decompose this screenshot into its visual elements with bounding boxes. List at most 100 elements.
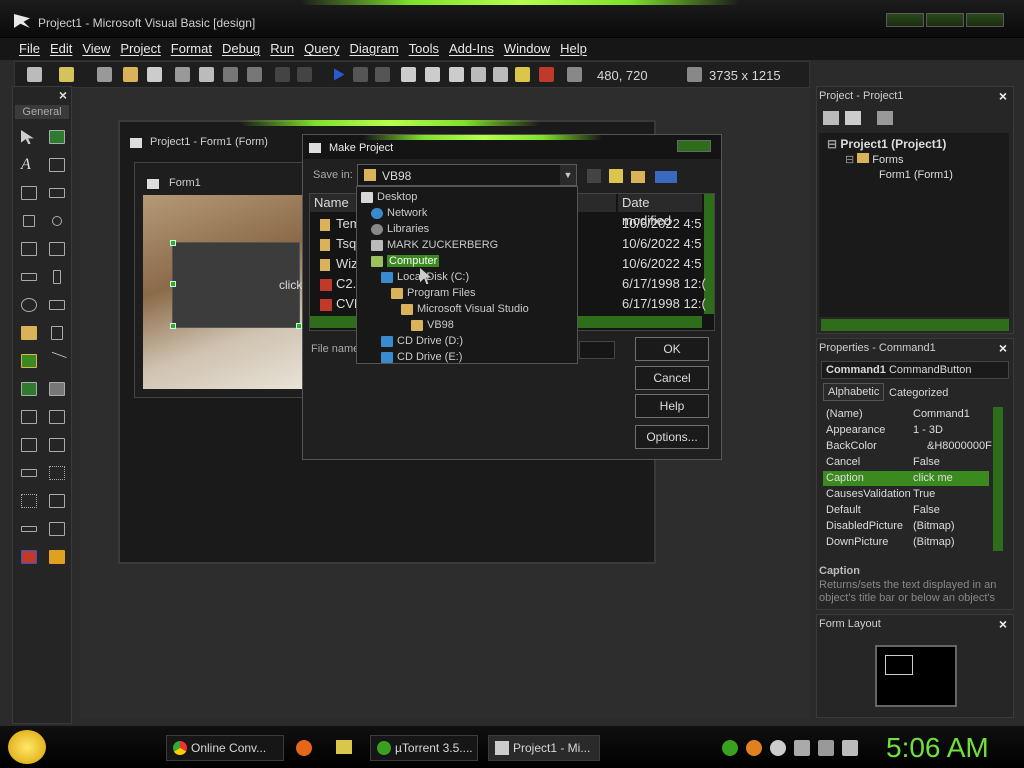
add-project-icon[interactable]	[27, 67, 42, 82]
label-tool[interactable]: A	[15, 151, 43, 179]
dialog-close-button[interactable]	[677, 140, 711, 152]
copy-icon[interactable]	[199, 67, 214, 82]
menu-addins[interactable]: Add-Ins	[444, 38, 499, 60]
animation-tool[interactable]	[43, 543, 71, 571]
close-button[interactable]	[966, 13, 1004, 27]
toolbox-icon[interactable]	[493, 67, 508, 82]
command1-button[interactable]: click	[170, 240, 302, 329]
dropdown-item-cd-drive-e[interactable]: CD Drive (E:)	[381, 351, 462, 363]
view-code-icon[interactable]	[823, 111, 839, 125]
explorer-icon[interactable]	[336, 740, 352, 754]
list-item[interactable]: Wiz	[320, 256, 358, 271]
cut-icon[interactable]	[175, 67, 190, 82]
list-item[interactable]: Tem	[320, 216, 361, 231]
checkbox-tool[interactable]	[15, 207, 43, 235]
commandbutton-tool[interactable]	[43, 179, 71, 207]
start-icon[interactable]	[334, 68, 345, 81]
task-utorrent[interactable]: µTorrent 3.5....	[370, 735, 478, 761]
save-in-combo[interactable]: VB98 ▼	[357, 164, 577, 186]
ok-button[interactable]: OK	[635, 337, 709, 361]
tree-item-forms[interactable]: ⊟ Forms	[845, 153, 903, 166]
back-icon[interactable]	[587, 169, 601, 183]
add-form-icon[interactable]	[59, 67, 74, 82]
end-icon[interactable]	[375, 67, 390, 82]
tab-alphabetic[interactable]: Alphabetic	[823, 383, 885, 401]
task-project1[interactable]: Project1 - Mi...	[488, 735, 600, 761]
form-layout-icon[interactable]	[449, 67, 464, 82]
view-object-icon[interactable]	[845, 111, 861, 125]
tree-item-form1[interactable]: Form1 (Form1)	[879, 169, 953, 181]
object-browser-icon[interactable]	[471, 67, 486, 82]
property-row[interactable]: DisabledPicture (Bitmap)	[823, 519, 989, 534]
menu-query[interactable]: Query	[299, 38, 344, 60]
menu-window[interactable]: Window	[499, 38, 555, 60]
statusbar-tool[interactable]	[15, 459, 43, 487]
imagelist-tool[interactable]	[15, 487, 43, 515]
new-folder-icon[interactable]	[631, 171, 645, 183]
project-hscroll[interactable]	[821, 319, 1009, 331]
drivelistbox-tool[interactable]	[43, 291, 71, 319]
dropdown-item-program-files[interactable]: Program Files	[391, 287, 475, 299]
filename-input[interactable]	[579, 341, 615, 359]
resize-handle-ml[interactable]	[170, 281, 176, 287]
toolbox-close-icon[interactable]: ×	[59, 87, 67, 105]
project-close-icon[interactable]: ×	[999, 88, 1007, 104]
save-icon[interactable]	[147, 67, 162, 82]
adodc-tool[interactable]	[43, 403, 71, 431]
dirlistbox-tool[interactable]	[15, 319, 43, 347]
menu-debug[interactable]: Debug	[217, 38, 265, 60]
menu-diagram[interactable]: Diagram	[345, 38, 404, 60]
dropdown-item-libraries[interactable]: Libraries	[371, 223, 429, 235]
utorrent-tray-icon[interactable]	[722, 740, 738, 756]
open-icon[interactable]	[123, 67, 138, 82]
data-view-icon[interactable]	[515, 67, 530, 82]
up-folder-icon[interactable]	[609, 169, 623, 183]
property-row[interactable]: CausesValidation True	[823, 487, 989, 502]
help-button[interactable]: Help	[635, 394, 709, 418]
toolbox-general-tab[interactable]: General	[15, 105, 69, 119]
dropdown-item-user[interactable]: MARK ZUCKERBERG	[371, 239, 498, 251]
form-position-preview[interactable]	[885, 655, 913, 675]
project-explorer-icon[interactable]	[401, 67, 416, 82]
dropdown-item-visual-studio[interactable]: Microsoft Visual Studio	[401, 303, 529, 315]
properties-close-icon[interactable]: ×	[999, 340, 1007, 356]
find-icon[interactable]	[247, 67, 262, 82]
property-row[interactable]: Cancel False	[823, 455, 989, 470]
undo-icon[interactable]	[275, 67, 290, 82]
pointer-tool[interactable]	[15, 123, 43, 151]
list-item[interactable]: Tsql	[320, 236, 359, 251]
datagrid-tool[interactable]	[43, 431, 71, 459]
textbox-tool[interactable]	[43, 151, 71, 179]
dropdown-item-vb98[interactable]: VB98	[411, 319, 454, 331]
firefox-icon[interactable]	[296, 740, 312, 756]
frame-tool[interactable]	[15, 179, 43, 207]
minimize-button[interactable]	[886, 13, 924, 27]
menu-help[interactable]: Help	[555, 38, 592, 60]
combobox-tool[interactable]	[15, 235, 43, 263]
break-icon[interactable]	[353, 67, 368, 82]
property-row[interactable]: (Name) Command1	[823, 407, 989, 422]
slider-tool[interactable]	[15, 515, 43, 543]
start-smiley-icon[interactable]	[8, 730, 46, 764]
object-combo[interactable]: Command1 CommandButton	[821, 361, 1009, 379]
maximize-button[interactable]	[926, 13, 964, 27]
volume-tray-icon[interactable]	[842, 740, 858, 756]
menu-format[interactable]: Format	[166, 38, 217, 60]
mschart-tool[interactable]	[15, 431, 43, 459]
dropdown-item-network[interactable]: Network	[371, 207, 427, 219]
listbox-tool[interactable]	[43, 235, 71, 263]
ole-tool[interactable]	[15, 403, 43, 431]
property-vscroll[interactable]	[993, 407, 1003, 551]
property-row[interactable]: BackColor &H8000000F	[823, 439, 992, 454]
property-row[interactable]: Default False	[823, 503, 989, 518]
options-button[interactable]: Options...	[635, 425, 709, 449]
treeview-tool[interactable]	[43, 459, 71, 487]
picturebox-tool[interactable]	[43, 123, 71, 151]
resize-handle-tl[interactable]	[170, 240, 176, 246]
menu-project[interactable]: Project	[115, 38, 165, 60]
property-row[interactable]: Appearance 1 - 3D	[823, 423, 989, 438]
taskbar-clock[interactable]: 5:06 AM	[886, 732, 989, 764]
paste-icon[interactable]	[223, 67, 238, 82]
tab-categorized[interactable]: Categorized	[885, 387, 952, 399]
minus-tray-icon[interactable]	[770, 740, 786, 756]
